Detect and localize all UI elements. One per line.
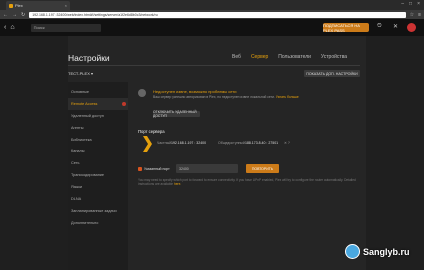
tab-web[interactable]: Веб bbox=[232, 54, 241, 60]
sidebar-item-label: Удаленный доступ bbox=[71, 113, 104, 118]
sidebar-item-general[interactable]: Основные bbox=[68, 86, 128, 98]
sidebar-item-label: DLNA bbox=[71, 196, 82, 201]
sidebar-item-network[interactable]: Сеть bbox=[68, 157, 128, 169]
sidebar-item-label: Remote Access bbox=[71, 101, 98, 106]
close-window-icon[interactable]: × bbox=[417, 1, 420, 7]
port-section-title: Порт сервера bbox=[138, 129, 165, 134]
sidebar-item-scheduled-tasks[interactable]: Запланированные задачи bbox=[68, 205, 128, 217]
sidebar-item-label: Агенты bbox=[71, 125, 84, 130]
tab-title: Plex bbox=[15, 3, 23, 8]
show-advanced-label: ПОКАЗАТЬ ДОП. НАСТРОЙКИ bbox=[306, 71, 358, 76]
tab-server[interactable]: Сервер bbox=[251, 54, 268, 60]
tab-close-icon[interactable]: × bbox=[65, 3, 67, 8]
divider bbox=[68, 65, 360, 66]
sidebar-item-label: Основные bbox=[71, 89, 90, 94]
port-help-text: You may need to specify which port to fo… bbox=[138, 178, 360, 186]
back-icon[interactable]: ‹ bbox=[4, 24, 6, 31]
public-label: Общедоступный bbox=[218, 141, 245, 145]
minimize-icon[interactable]: – bbox=[401, 1, 404, 7]
home-icon[interactable]: ⌂ bbox=[10, 24, 14, 31]
sidebar-item-label: Библиотека bbox=[71, 137, 92, 142]
status-description: Ваш сервер успешно авторизован в Plex, н… bbox=[153, 95, 353, 99]
sidebar-item-languages[interactable]: Языки bbox=[68, 181, 128, 193]
sidebar-item-advanced[interactable]: Дополнительно bbox=[68, 217, 128, 229]
watermark-text: Sanglyb.ru bbox=[363, 246, 410, 257]
sidebar-item-label: Дополнительно bbox=[71, 220, 99, 225]
port-help-body: You may need to specify which port to fo… bbox=[138, 178, 356, 186]
learn-more-link[interactable]: Узнать больше bbox=[276, 95, 299, 99]
retry-label: ПОВТОРИТЬ bbox=[251, 166, 274, 171]
port-input[interactable]: 32400 bbox=[176, 164, 238, 173]
sidebar-item-agents[interactable]: Агенты bbox=[68, 122, 128, 134]
premium-label: ПОДПИСАТЬСЯ НА PLEX PASS bbox=[323, 22, 360, 33]
private-address: 192.168.1.197 : 32400 bbox=[171, 141, 207, 145]
settings-sidebar: Основные Remote Access Удаленный доступ … bbox=[68, 82, 128, 270]
settings-panel: Настройки Веб Сервер Пользователи Устрой… bbox=[68, 36, 366, 270]
port-value: 32400 bbox=[179, 166, 189, 171]
manual-port-checkbox[interactable] bbox=[138, 167, 142, 171]
status-title: Недоступен извне, возможно проблемы сети bbox=[153, 89, 237, 94]
avatar[interactable] bbox=[407, 23, 416, 32]
sidebar-item-label: Сеть bbox=[71, 161, 80, 166]
watermark-logo-icon bbox=[345, 244, 360, 259]
browser-window: Plex × – □ × ← → ↻ 192.168.1.197 :32400/… bbox=[0, 0, 424, 270]
url-field[interactable]: 192.168.1.197 :32400/web/index.html#!/se… bbox=[29, 11, 406, 18]
url-text: 192.168.1.197 :32400/web/index.html#!/se… bbox=[32, 12, 158, 17]
browser-tabbar: Plex × – □ × bbox=[0, 0, 424, 10]
maximize-icon[interactable]: □ bbox=[409, 1, 412, 7]
disable-remote-access-label: ОТКЛЮЧИТЬ УДАЛЕННЫЙ ДОСТУП bbox=[153, 110, 197, 118]
private-label: Частный bbox=[157, 141, 172, 145]
search-placeholder: Поиск bbox=[33, 25, 45, 30]
browser-tab[interactable]: Plex × bbox=[6, 1, 70, 10]
warning-icon bbox=[122, 101, 126, 106]
tab-devices[interactable]: Устройства bbox=[321, 54, 347, 60]
sidebar-item-label: Языки bbox=[71, 185, 82, 190]
plex-favicon-icon bbox=[9, 3, 13, 8]
sidebar-item-remote-access[interactable]: Remote Access bbox=[68, 97, 128, 110]
premium-button[interactable]: ПОДПИСАТЬСЯ НА PLEX PASS bbox=[323, 22, 369, 33]
sidebar-item-label: Транскодирование bbox=[71, 173, 105, 178]
forward-arrow-icon[interactable]: → bbox=[12, 12, 17, 18]
sidebar-item-transcoder[interactable]: Транскодирование bbox=[68, 169, 128, 181]
retry-button[interactable]: ПОВТОРИТЬ bbox=[246, 164, 279, 173]
sidebar-item-label: Каналы bbox=[71, 149, 85, 154]
sidebar-item-channels[interactable]: Каналы bbox=[68, 145, 128, 157]
disable-remote-access-button[interactable]: ОТКЛЮЧИТЬ УДАЛЕННЫЙ ДОСТУП bbox=[153, 110, 200, 118]
manual-port-label: Указанный порт bbox=[144, 167, 170, 171]
sidebar-item-label: Запланированные задачи bbox=[71, 208, 117, 213]
sidebar-item-dlna[interactable]: DLNA bbox=[68, 193, 128, 205]
watermark: Sanglyb.ru bbox=[345, 244, 410, 259]
plex-header: ‹ ⌂ Поиск ПОДПИСАТЬСЯ НА PLEX PASS ⏲ ✕ bbox=[0, 19, 424, 36]
settings-tabs: Веб Сервер Пользователи Устройства bbox=[232, 54, 347, 60]
page-title: Настройки bbox=[68, 53, 110, 63]
tab-users[interactable]: Пользователи bbox=[278, 54, 311, 60]
settings-tools-icon[interactable]: ✕ bbox=[393, 23, 398, 30]
search-input[interactable]: Поиск bbox=[30, 23, 101, 32]
remote-access-content: Недоступен извне, возможно проблемы сети… bbox=[138, 82, 360, 270]
reload-icon[interactable]: ↻ bbox=[21, 12, 25, 18]
bookmark-star-icon[interactable]: ☆ bbox=[410, 12, 414, 18]
activity-icon[interactable]: ⏲ bbox=[377, 23, 382, 30]
public-address: 188.173.8.40 : 27501 bbox=[245, 141, 279, 145]
help-here-link[interactable]: here. bbox=[174, 182, 181, 186]
globe-icon bbox=[138, 89, 146, 97]
sidebar-item-library[interactable]: Библиотека bbox=[68, 134, 128, 146]
window-controls: – □ × bbox=[401, 1, 420, 7]
public-status-icon: ✕ ? bbox=[284, 141, 290, 145]
server-selector[interactable]: ТЕСТ-PLEX ▾ bbox=[68, 71, 93, 76]
back-arrow-icon[interactable]: ← bbox=[3, 12, 8, 18]
show-advanced-button[interactable]: ПОКАЗАТЬ ДОП. НАСТРОЙКИ bbox=[304, 70, 360, 77]
address-bar: ← → ↻ 192.168.1.197 :32400/web/index.htm… bbox=[0, 10, 424, 19]
sidebar-item-remote[interactable]: Удаленный доступ bbox=[68, 110, 128, 122]
plex-chevron-icon bbox=[143, 136, 152, 152]
status-description-text: Ваш сервер успешно авторизован в Plex, н… bbox=[153, 95, 275, 99]
browser-menu-icon[interactable]: ≡ bbox=[418, 12, 421, 18]
